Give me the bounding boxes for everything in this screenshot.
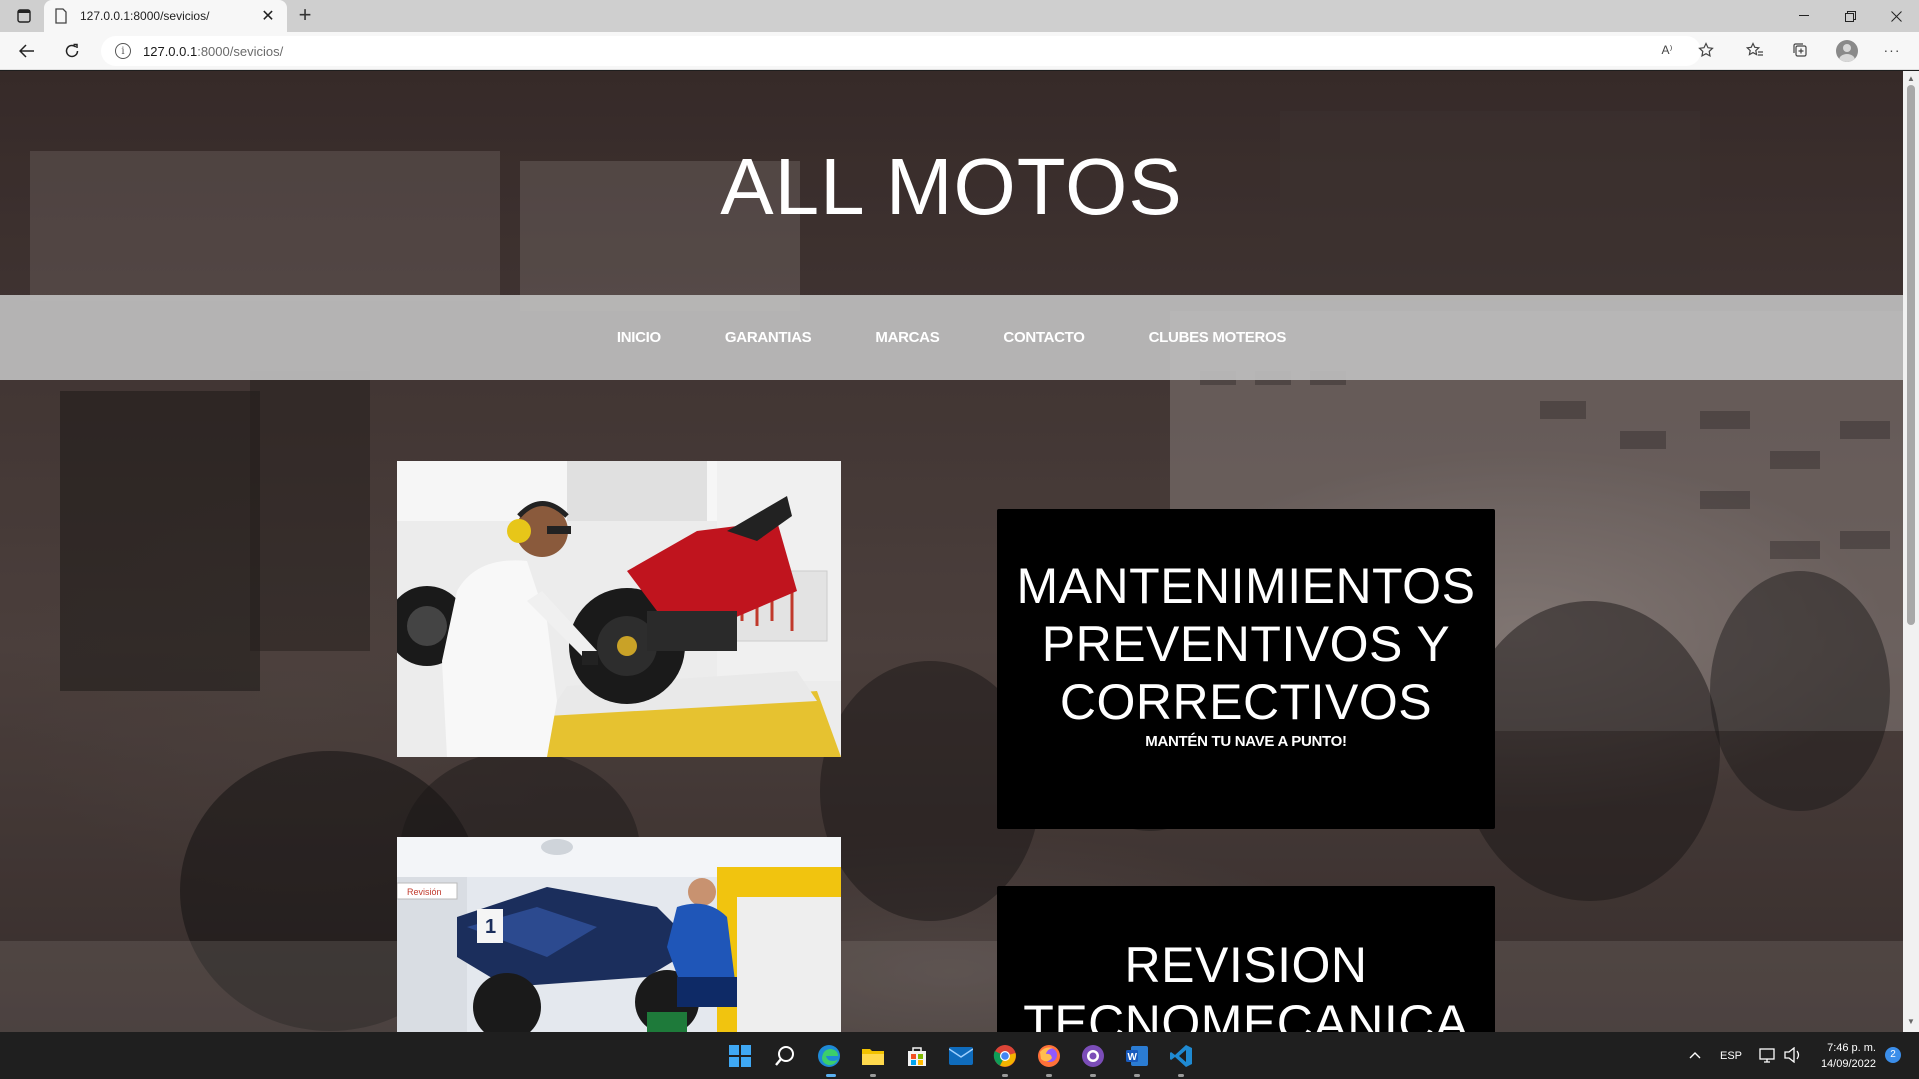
collections-icon[interactable] <box>1787 37 1813 63</box>
firefox-running-indicator <box>1046 1074 1052 1077</box>
tab-title: 127.0.0.1:8000/sevicios/ <box>80 9 210 23</box>
tab-actions-icon[interactable] <box>10 4 38 28</box>
service-title-line: MANTENIMIENTOS <box>1016 558 1476 614</box>
windows-start-icon[interactable] <box>725 1041 755 1071</box>
more-menu-icon[interactable]: ··· <box>1879 37 1905 63</box>
network-icon[interactable] <box>1755 1042 1781 1068</box>
service-title-line: TECNOMECANICA <box>1023 995 1469 1032</box>
favorites-icon[interactable] <box>1742 37 1768 63</box>
main-navbar: INICIO GARANTIAS MARCAS CONTACTO CLUBES … <box>0 295 1903 380</box>
chrome-icon[interactable] <box>990 1041 1020 1071</box>
windows-taskbar: W ESP 7:46 p. m. 14/09/2022 <box>0 1032 1919 1079</box>
chrome-running-indicator <box>1002 1074 1008 1077</box>
service-title-line: CORRECTIVOS <box>1059 674 1433 730</box>
site-info-icon[interactable]: i <box>115 43 131 59</box>
service-subtitle: MANTÉN TU NAVE A PUNTO! <box>1145 733 1347 750</box>
vscode-running-indicator <box>1178 1074 1184 1077</box>
bike-number: 1 <box>485 916 496 938</box>
clock-time[interactable]: 7:46 p. m. <box>1826 1042 1876 1054</box>
new-tab-button[interactable]: + <box>292 3 318 29</box>
word-running-indicator <box>1134 1074 1140 1077</box>
service-title-line: REVISION <box>1124 937 1368 993</box>
restore-icon[interactable] <box>1827 0 1873 32</box>
inspection-photo: Revisión 1 <box>397 837 841 1032</box>
github-desktop-icon[interactable] <box>1078 1041 1108 1071</box>
add-favorite-icon[interactable] <box>1693 37 1719 63</box>
url-path: :8000/sevicios/ <box>197 43 284 59</box>
file-explorer-icon[interactable] <box>858 1041 888 1071</box>
close-tab-icon[interactable]: ✕ <box>259 6 277 26</box>
svg-text:W: W <box>1128 1052 1138 1063</box>
site-title: ALL MOTOS <box>720 142 1183 231</box>
browser-tab[interactable]: 127.0.0.1:8000/sevicios/ ✕ <box>44 0 287 32</box>
word-icon[interactable]: W <box>1122 1041 1152 1071</box>
address-bar[interactable]: i 127.0.0.1:8000/sevicios/ <box>101 36 1701 66</box>
vertical-scrollbar[interactable]: ▲ ▼ <box>1903 71 1919 1032</box>
browser-tab-strip: 127.0.0.1:8000/sevicios/ ✕ + <box>0 0 1919 32</box>
nav-garantias[interactable]: GARANTIAS <box>725 329 812 346</box>
service-title: REVISION TECNOMECANICA <box>997 886 1495 1032</box>
profile-avatar[interactable] <box>1836 40 1858 62</box>
language-indicator[interactable]: ESP <box>1720 1050 1742 1062</box>
close-window-icon[interactable] <box>1873 0 1919 32</box>
page-icon <box>55 8 67 24</box>
url-host: 127.0.0.1 <box>143 43 198 59</box>
chevron-up-icon[interactable] <box>1682 1042 1708 1068</box>
mail-icon[interactable] <box>946 1041 976 1071</box>
nav-contacto[interactable]: CONTACTO <box>1003 329 1085 346</box>
github-running-indicator <box>1090 1074 1096 1077</box>
nav-clubes-moteros[interactable]: CLUBES MOTEROS <box>1149 329 1287 346</box>
edge-active-indicator <box>826 1074 836 1077</box>
volume-icon[interactable] <box>1780 1042 1806 1068</box>
nav-inicio[interactable]: INICIO <box>617 329 661 346</box>
scroll-up-icon[interactable]: ▲ <box>1906 74 1916 84</box>
minimize-icon[interactable] <box>1781 0 1827 32</box>
explorer-running-indicator <box>870 1074 876 1077</box>
revision-sign-text: Revisión <box>407 887 442 897</box>
browser-toolbar: i 127.0.0.1:8000/sevicios/ A⁾ ··· <box>0 32 1919 70</box>
refresh-icon[interactable] <box>59 39 85 63</box>
maintenance-photo <box>397 461 841 757</box>
clock-date[interactable]: 14/09/2022 <box>1816 1058 1876 1070</box>
service-card-maintenance: MANTENIMIENTOS PREVENTIVOS Y CORRECTIVOS… <box>997 509 1495 829</box>
service-card-inspection: REVISION TECNOMECANICA <box>997 886 1495 1032</box>
search-icon[interactable] <box>770 1041 800 1071</box>
scroll-down-icon[interactable]: ▼ <box>1906 1017 1916 1027</box>
vscode-icon[interactable] <box>1166 1041 1196 1071</box>
firefox-icon[interactable] <box>1034 1041 1064 1071</box>
service-title: MANTENIMIENTOS PREVENTIVOS Y CORRECTIVOS <box>997 509 1495 731</box>
page-viewport: ALL MOTOS INICIO GARANTIAS MARCAS CONTAC… <box>0 71 1903 1032</box>
edge-icon[interactable] <box>814 1041 844 1071</box>
nav-marcas[interactable]: MARCAS <box>875 329 939 346</box>
scrollbar-thumb[interactable] <box>1907 85 1915 625</box>
read-aloud-icon[interactable]: A⁾ <box>1654 37 1680 63</box>
back-icon[interactable] <box>14 39 40 63</box>
microsoft-store-icon[interactable] <box>902 1041 932 1071</box>
notification-badge[interactable]: 2 <box>1885 1047 1901 1063</box>
service-title-line: PREVENTIVOS Y <box>1041 616 1451 672</box>
